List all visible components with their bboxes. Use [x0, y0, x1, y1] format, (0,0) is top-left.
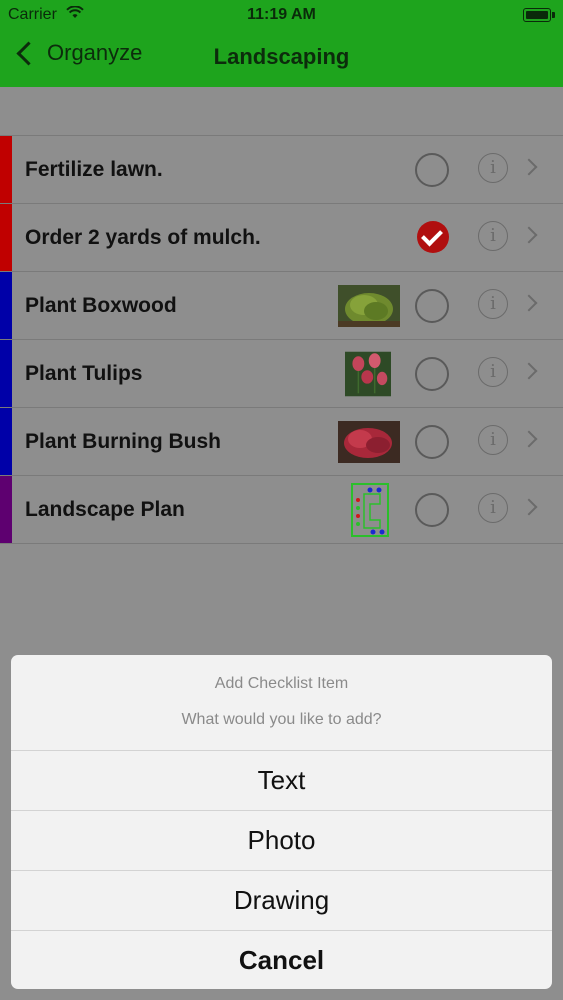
- chevron-right-icon: [520, 158, 538, 176]
- status-bar: Carrier 11:19 AM: [0, 0, 563, 30]
- priority-stripe: [0, 136, 12, 203]
- cancel-button[interactable]: Cancel: [11, 931, 552, 989]
- item-label: Plant Burning Bush: [25, 430, 221, 453]
- list-item[interactable]: Landscape Plan i: [0, 475, 563, 544]
- item-label: Order 2 yards of mulch.: [25, 226, 261, 249]
- priority-stripe: [0, 408, 12, 475]
- checkbox-unchecked[interactable]: [415, 357, 449, 391]
- chevron-right-icon: [520, 498, 538, 516]
- info-icon[interactable]: i: [478, 357, 508, 387]
- info-icon[interactable]: i: [478, 493, 508, 523]
- action-sheet: Add Checklist Item What would you like t…: [11, 655, 552, 989]
- chevron-right-icon: [520, 226, 538, 244]
- checklist: Fertilize lawn. i Order 2 yards of mulch…: [0, 135, 563, 544]
- info-icon[interactable]: i: [478, 289, 508, 319]
- item-label: Fertilize lawn.: [25, 158, 163, 181]
- text-option-button[interactable]: Text: [11, 751, 552, 811]
- priority-stripe: [0, 272, 12, 339]
- priority-stripe: [0, 340, 12, 407]
- boxwood-photo[interactable]: [338, 285, 400, 327]
- item-label: Landscape Plan: [25, 498, 185, 521]
- checkbox-unchecked[interactable]: [415, 493, 449, 527]
- list-item[interactable]: Plant Boxwood i: [0, 271, 563, 339]
- tulips-photo[interactable]: [345, 344, 391, 404]
- photo-option-button[interactable]: Photo: [11, 811, 552, 871]
- item-label: Plant Tulips: [25, 362, 143, 385]
- checkbox-unchecked[interactable]: [415, 289, 449, 323]
- priority-stripe: [0, 476, 12, 543]
- status-time: 11:19 AM: [247, 6, 316, 23]
- navigation-header: Carrier 11:19 AM Organyze Landscaping: [0, 0, 563, 87]
- battery-icon: [523, 8, 555, 22]
- nav-bar: Organyze Landscaping: [0, 30, 563, 87]
- info-icon[interactable]: i: [478, 221, 508, 251]
- list-item[interactable]: Fertilize lawn. i: [0, 135, 563, 203]
- item-label: Plant Boxwood: [25, 294, 177, 317]
- action-sheet-title: Add Checklist Item: [214, 675, 349, 692]
- chevron-right-icon: [520, 362, 538, 380]
- action-sheet-message: What would you like to add?: [181, 711, 382, 728]
- landscape-plan-drawing[interactable]: [350, 482, 390, 538]
- checkbox-unchecked[interactable]: [415, 153, 449, 187]
- chevron-right-icon: [520, 294, 538, 312]
- checkbox-checked[interactable]: [417, 221, 449, 253]
- list-item[interactable]: Order 2 yards of mulch. i: [0, 203, 563, 271]
- list-item[interactable]: Plant Tulips i: [0, 339, 563, 407]
- info-icon[interactable]: i: [478, 425, 508, 455]
- list-item[interactable]: Plant Burning Bush i: [0, 407, 563, 475]
- info-icon[interactable]: i: [478, 153, 508, 183]
- burning-bush-photo[interactable]: [338, 419, 400, 465]
- priority-stripe: [0, 204, 12, 271]
- page-title: Landscaping: [213, 44, 350, 69]
- drawing-option-button[interactable]: Drawing: [11, 871, 552, 931]
- chevron-right-icon: [520, 430, 538, 448]
- checkbox-unchecked[interactable]: [415, 425, 449, 459]
- action-sheet-header: Add Checklist Item What would you like t…: [11, 655, 552, 751]
